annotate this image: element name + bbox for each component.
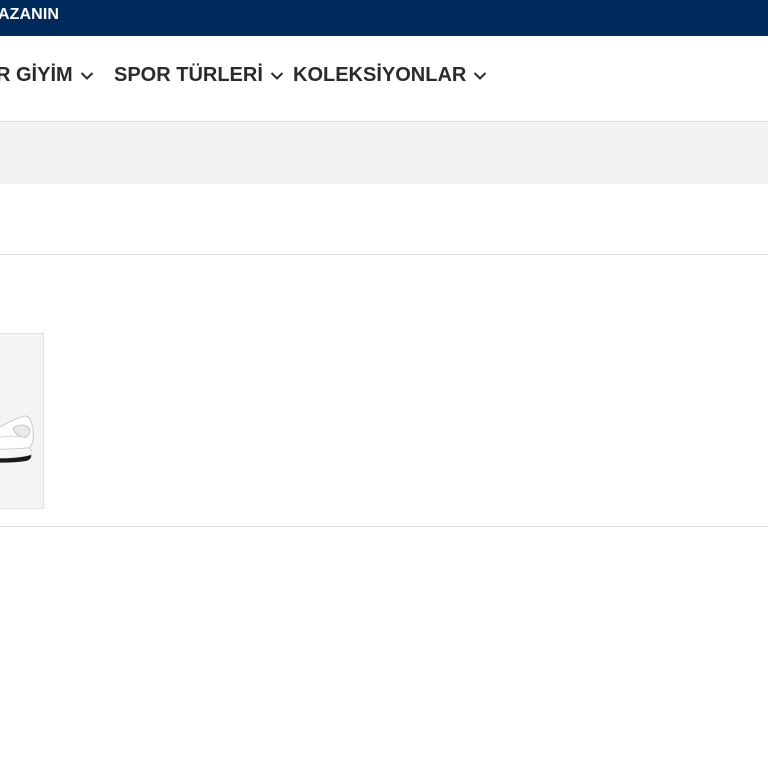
chevron-down-icon bbox=[80, 71, 93, 80]
nav-item-label: R GİYİM bbox=[0, 64, 73, 86]
nav-item-spor-turleri[interactable]: SPOR TÜRLERİ bbox=[114, 64, 284, 87]
nav-item-label: KOLEKSİYONLAR bbox=[293, 64, 467, 86]
sneaker-image bbox=[0, 415, 34, 463]
nav-item-koleksiyonlar[interactable]: KOLEKSİYONLAR bbox=[293, 64, 487, 87]
breadcrumb-band bbox=[0, 122, 768, 184]
product-card[interactable] bbox=[0, 333, 44, 509]
nav-item-label: SPOR TÜRLERİ bbox=[114, 64, 263, 86]
filter-strip bbox=[0, 184, 768, 255]
promo-text: AZANIN bbox=[0, 6, 60, 23]
nav-item-giyim[interactable]: R GİYİM bbox=[0, 64, 94, 87]
chevron-down-icon bbox=[270, 71, 284, 80]
chevron-down-icon bbox=[474, 71, 487, 80]
promo-bar: AZANIN bbox=[0, 0, 768, 36]
product-list bbox=[0, 255, 768, 527]
main-navigation: R GİYİM SPOR TÜRLERİ KOLEKSİYONLAR bbox=[0, 36, 768, 122]
